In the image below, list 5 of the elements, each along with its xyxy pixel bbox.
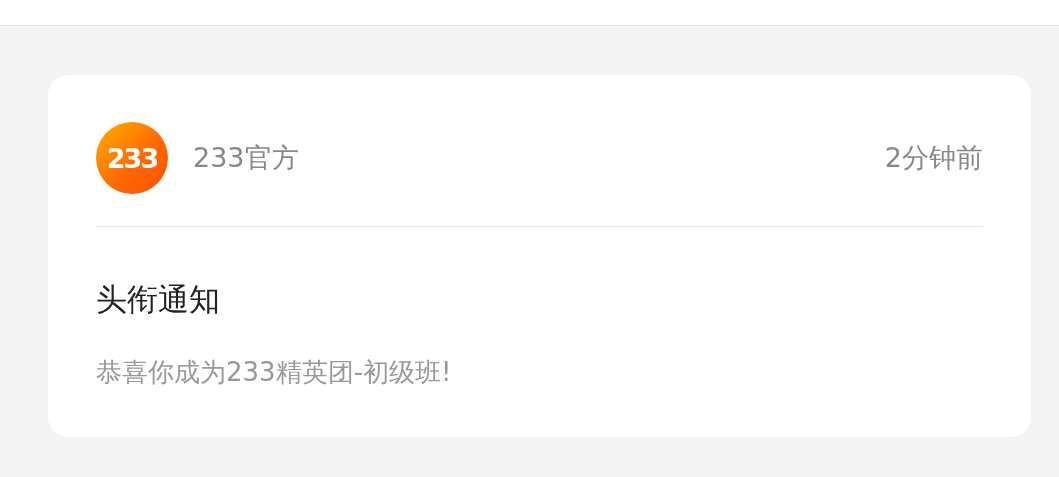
sender-name: 233官方 bbox=[193, 141, 299, 175]
message-body: 恭喜你成为233精英团-初级班! bbox=[96, 356, 453, 389]
sender-logo: 233 bbox=[96, 122, 168, 194]
message-time: 2分钟前 bbox=[884, 141, 983, 175]
message-title: 头衔通知 bbox=[96, 280, 221, 319]
